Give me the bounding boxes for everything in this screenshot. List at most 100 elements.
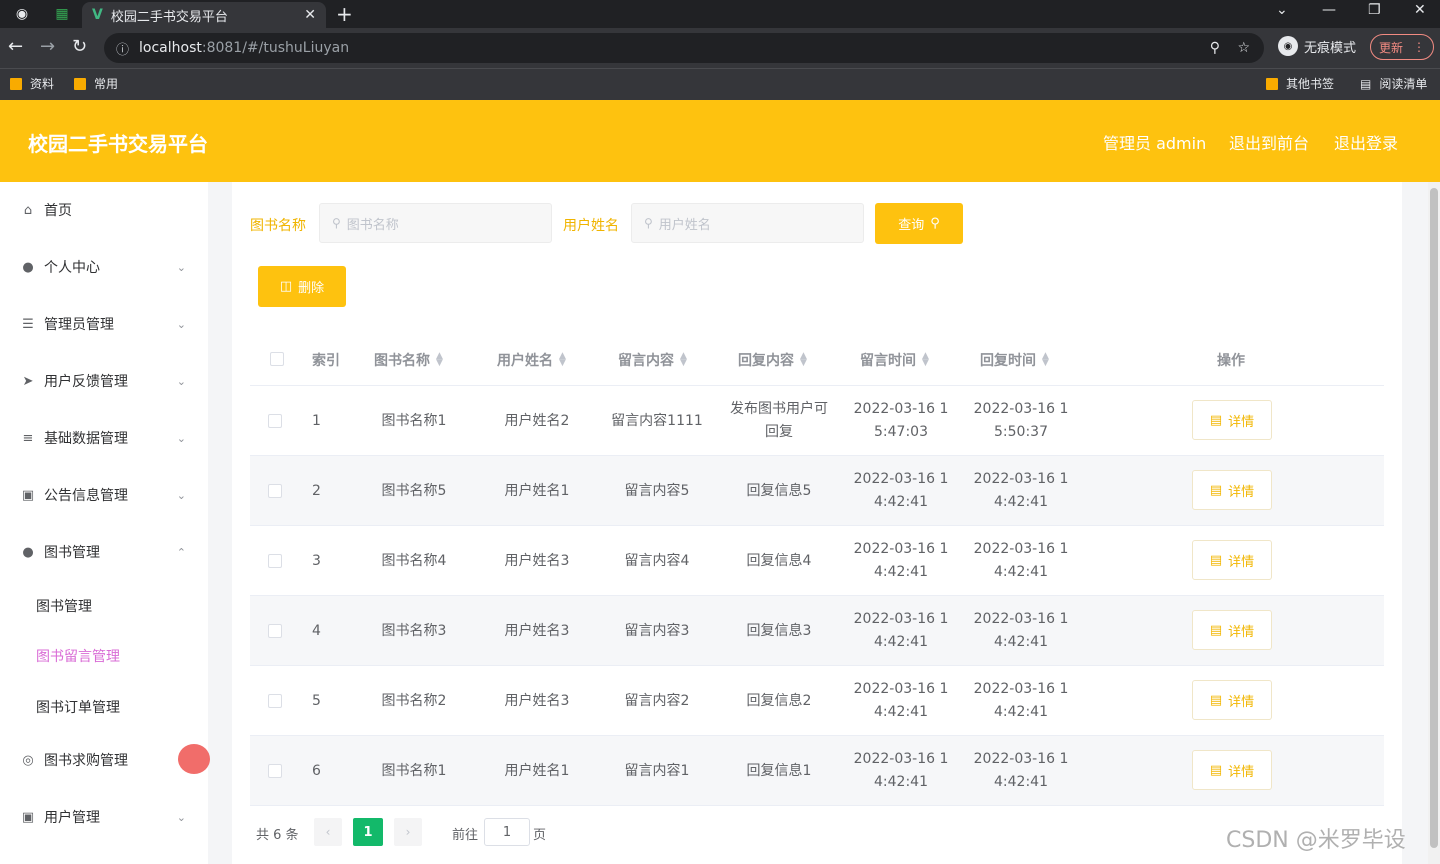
detail-button[interactable]: ▤ 详情: [1192, 540, 1272, 580]
current-page-button[interactable]: 1: [353, 818, 383, 846]
row-checkbox[interactable]: [268, 624, 282, 638]
column-header-label: 用户姓名: [497, 353, 553, 369]
table-cell-user: 用户姓名3: [504, 692, 570, 709]
browser-tab-active[interactable]: V 校园二手书交易平台 ✕: [82, 2, 326, 28]
sidebar-subitem-book-orders[interactable]: 图书订单管理: [36, 697, 120, 717]
column-header-index: 索引: [312, 353, 340, 369]
chevron-up-icon: ⌃: [176, 545, 186, 559]
cell-line: 5:50:37: [994, 424, 1048, 440]
sort-icon[interactable]: ▲ ▼: [800, 352, 807, 368]
password-key-icon[interactable]: ⚲: [1210, 40, 1220, 56]
window-close-icon[interactable]: ✕: [1414, 2, 1426, 18]
cell-line: 2022-03-16 1: [973, 681, 1069, 697]
exit-to-front-link[interactable]: 退出到前台: [1229, 130, 1309, 154]
sort-icon[interactable]: ▲ ▼: [1042, 352, 1049, 368]
sort-icon[interactable]: ▲ ▼: [680, 352, 687, 368]
bookmark-star-icon[interactable]: ☆: [1237, 40, 1250, 56]
folder-icon: [10, 77, 22, 90]
new-tab-icon[interactable]: +: [336, 2, 353, 26]
next-page-button[interactable]: ›: [394, 818, 422, 846]
select-all-checkbox[interactable]: [270, 352, 284, 366]
incognito-indicator[interactable]: ◉ 无痕模式: [1278, 36, 1356, 56]
table-row[interactable]: 6 图书名称1 用户姓名1 留言内容1 回复信息1 2022-03-16 1 4:42:41…: [250, 736, 1384, 806]
page-scrollbar[interactable]: [1428, 182, 1440, 864]
table-row[interactable]: 3 图书名称4 用户姓名3 留言内容4 回复信息4 2022-03-16 1 4:42:41…: [250, 526, 1384, 596]
tab-close-icon[interactable]: ✕: [304, 7, 316, 23]
cell-line: 2022-03-16 1: [853, 751, 949, 767]
column-header-book[interactable]: 图书名称 ▲ ▼: [374, 350, 443, 370]
sidebar-item-notice[interactable]: ▣ 公告信息管理 ⌄: [0, 475, 208, 515]
cell-line: 4:42:41: [994, 634, 1048, 650]
table-row[interactable]: 4 图书名称3 用户姓名3 留言内容3 回复信息3 2022-03-16 1 4:42:41…: [250, 596, 1384, 666]
restore-icon[interactable]: ❐: [1368, 2, 1381, 18]
table-row[interactable]: 5 图书名称2 用户姓名3 留言内容2 回复信息2 2022-03-16 1 4:42:41…: [250, 666, 1384, 736]
logout-link[interactable]: 退出登录: [1334, 130, 1398, 154]
forward-icon[interactable]: →: [40, 36, 55, 57]
trash-icon: ◫: [279, 279, 293, 294]
sidebar-item-users[interactable]: ▣ 用户管理 ⌄: [0, 797, 208, 837]
column-header-msg-time[interactable]: 留言时间 ▲ ▼: [860, 350, 929, 370]
vue-logo-icon: V: [92, 7, 103, 23]
column-header-reply-time[interactable]: 回复时间 ▲ ▼: [980, 350, 1049, 370]
column-header-user[interactable]: 用户姓名 ▲ ▼: [497, 350, 566, 370]
goto-page-input[interactable]: 1: [484, 818, 530, 846]
detail-button[interactable]: ▤ 详情: [1192, 400, 1272, 440]
sort-icon[interactable]: ▲ ▼: [922, 352, 929, 368]
sidebar-item-personal[interactable]: ● 个人中心 ⌄: [0, 247, 208, 287]
tab-search-icon[interactable]: ⌄: [1276, 2, 1288, 18]
sidebar-item-label: 首页: [44, 203, 72, 219]
table-row[interactable]: 1 图书名称1 用户姓名2 留言内容1111 发布图书用户可 回复 2022-03-16 1…: [250, 386, 1384, 456]
row-checkbox[interactable]: [268, 694, 282, 708]
column-header-content[interactable]: 留言内容 ▲ ▼: [618, 350, 687, 370]
url-input[interactable]: ⓘ localhost :8081/#/tushuLiuyan ☆ ⚲: [104, 33, 1264, 63]
column-header-reply[interactable]: 回复内容 ▲ ▼: [738, 350, 807, 370]
detail-button[interactable]: ▤ 详情: [1192, 750, 1272, 790]
sort-icon[interactable]: ▲ ▼: [559, 352, 566, 368]
reload-icon[interactable]: ↻: [72, 36, 87, 57]
minimize-icon[interactable]: —: [1322, 2, 1336, 18]
sort-icon[interactable]: ▲ ▼: [436, 352, 443, 368]
sidebar-item-basedata[interactable]: ≡ 基础数据管理 ⌄: [0, 418, 208, 458]
delete-button[interactable]: ◫ 删除: [258, 266, 346, 307]
page-suffix: 页: [533, 828, 547, 843]
sidebar-item-books[interactable]: ● 图书管理 ⌃: [0, 532, 208, 572]
monitor-icon: ▣: [21, 487, 35, 503]
sidebar-item-admin[interactable]: ☰ 管理员管理 ⌄: [0, 304, 208, 344]
browser-tab-strip: ◉ ▦ V 校园二手书交易平台 ✕ + ⌄ — ❐ ✕: [0, 0, 1440, 28]
detail-button[interactable]: ▤ 详情: [1192, 610, 1272, 650]
update-button[interactable]: 更新 ⋮: [1370, 34, 1434, 60]
sidebar-item-home[interactable]: ⌂ 首页: [0, 190, 208, 230]
sidebar-item-purchase[interactable]: ◎ 图书求购管理: [0, 740, 208, 780]
search-icon: ⚲: [930, 216, 940, 231]
book-name-input[interactable]: ⚲ 图书名称: [319, 203, 552, 243]
scrollbar-thumb[interactable]: [1430, 188, 1438, 848]
row-checkbox[interactable]: [268, 414, 282, 428]
pinned-tab-icon[interactable]: ▦: [48, 3, 76, 25]
table-cell-index: 6: [312, 762, 321, 779]
mouse-cursor-highlight: [178, 744, 210, 774]
table-row[interactable]: 2 图书名称5 用户姓名1 留言内容5 回复信息5 2022-03-16 1 4:42:41…: [250, 456, 1384, 526]
detail-button[interactable]: ▤ 详情: [1192, 470, 1272, 510]
row-checkbox[interactable]: [268, 554, 282, 568]
cell-line: 2022-03-16 1: [973, 751, 1069, 767]
detail-button[interactable]: ▤ 详情: [1192, 680, 1272, 720]
other-bookmarks[interactable]: 其他书签: [1266, 75, 1334, 92]
sidebar-item-feedback[interactable]: ➤ 用户反馈管理 ⌄: [0, 361, 208, 401]
user-name-input[interactable]: ⚲ 用户姓名: [631, 203, 864, 243]
document-icon: ▤: [1209, 412, 1223, 428]
sidebar-subitem-book-manage[interactable]: 图书管理: [36, 596, 92, 616]
bookmark-folder[interactable]: 资料: [10, 75, 54, 92]
admin-label: 管理员 admin: [1103, 134, 1207, 153]
back-icon[interactable]: ←: [8, 36, 23, 57]
row-checkbox[interactable]: [268, 484, 282, 498]
site-info-icon[interactable]: ⓘ: [116, 39, 129, 58]
reading-list[interactable]: ▤ 阅读清单: [1360, 75, 1427, 92]
table-cell-book: 图书名称1: [381, 412, 447, 429]
query-button[interactable]: 查询 ⚲: [875, 203, 963, 244]
sidebar-item-label: 公告信息管理: [44, 488, 128, 504]
cell-line: 回复: [765, 424, 793, 440]
prev-page-button[interactable]: ‹: [314, 818, 342, 846]
row-checkbox[interactable]: [268, 764, 282, 778]
sidebar-subitem-book-messages[interactable]: 图书留言管理: [36, 646, 120, 666]
bookmark-folder[interactable]: 常用: [74, 75, 118, 92]
